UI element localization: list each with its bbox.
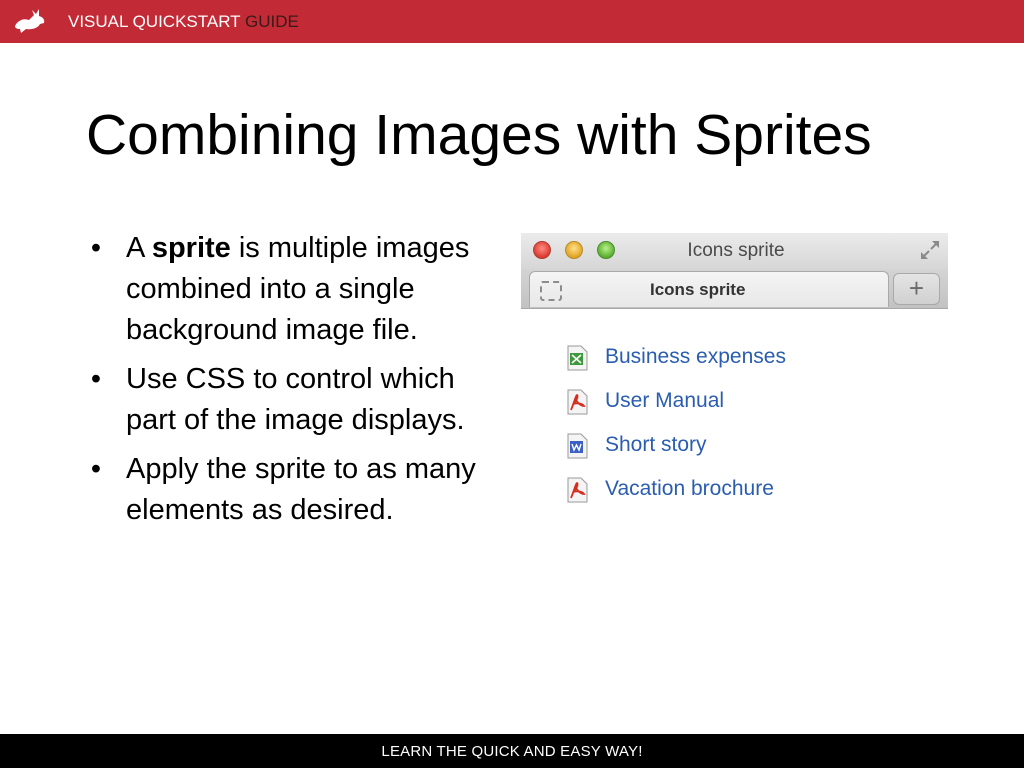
list-item: User Manual [565, 387, 786, 431]
rabbit-logo-icon [15, 9, 45, 33]
bullet-list: • A sprite is multiple images combined i… [86, 228, 496, 539]
bullet-item: • Apply the sprite to as many elements a… [86, 449, 496, 531]
bullet-dot: • [90, 232, 102, 264]
brand-part-guide: GUIDE [244, 12, 299, 31]
bullet-text: Apply the sprite to as many elements as … [126, 453, 476, 526]
file-link-list: Business expenses User Manual Short stor… [565, 343, 786, 519]
link-user-manual[interactable]: User Manual [605, 389, 724, 412]
tab-icons-sprite[interactable]: Icons sprite [529, 271, 889, 307]
bullet-text: Use CSS to control which part of the ima… [126, 363, 465, 436]
slide-title: Combining Images with Sprites [86, 103, 872, 167]
minimize-window-button[interactable] [565, 241, 583, 259]
bullet-text-prefix: A [126, 232, 152, 264]
new-tab-button[interactable]: + [893, 273, 940, 305]
bullet-bold-term: sprite [151, 232, 231, 264]
footer-tagline: LEARN THE QUICK AND EASY WAY! [381, 743, 643, 760]
tab-label: Icons sprite [650, 280, 746, 299]
tab-bar: Icons sprite + [521, 269, 948, 309]
bullet-item: • A sprite is multiple images combined i… [86, 228, 496, 351]
spreadsheet-icon [567, 345, 588, 371]
link-business-expenses[interactable]: Business expenses [605, 345, 786, 368]
header-band: VISUAL QUICKSTART GUIDE [0, 0, 1024, 43]
list-item: Short story [565, 431, 786, 475]
bullet-dot: • [90, 453, 102, 485]
page-placeholder-icon [540, 281, 562, 301]
bullet-dot: • [90, 363, 102, 395]
pdf-icon [567, 389, 588, 415]
list-item: Business expenses [565, 343, 786, 387]
bullet-item: • Use CSS to control which part of the i… [86, 359, 496, 441]
browser-screenshot: Icons sprite Icons sprite + Business exp… [521, 233, 948, 535]
brand-name: VISUAL QUICKSTART GUIDE [68, 12, 299, 32]
window-title: Icons sprite [687, 240, 785, 261]
footer-band: LEARN THE QUICK AND EASY WAY! [0, 734, 1024, 768]
pdf-icon [567, 477, 588, 503]
link-short-story[interactable]: Short story [605, 433, 707, 456]
list-item: Vacation brochure [565, 475, 786, 519]
fullscreen-icon[interactable] [918, 238, 942, 262]
zoom-window-button[interactable] [597, 241, 615, 259]
brand-part-visual-quickstart: VISUAL QUICKSTART [68, 12, 241, 31]
word-doc-icon [567, 433, 588, 459]
close-window-button[interactable] [533, 241, 551, 259]
window-titlebar: Icons sprite [521, 233, 948, 269]
link-vacation-brochure[interactable]: Vacation brochure [605, 477, 774, 500]
